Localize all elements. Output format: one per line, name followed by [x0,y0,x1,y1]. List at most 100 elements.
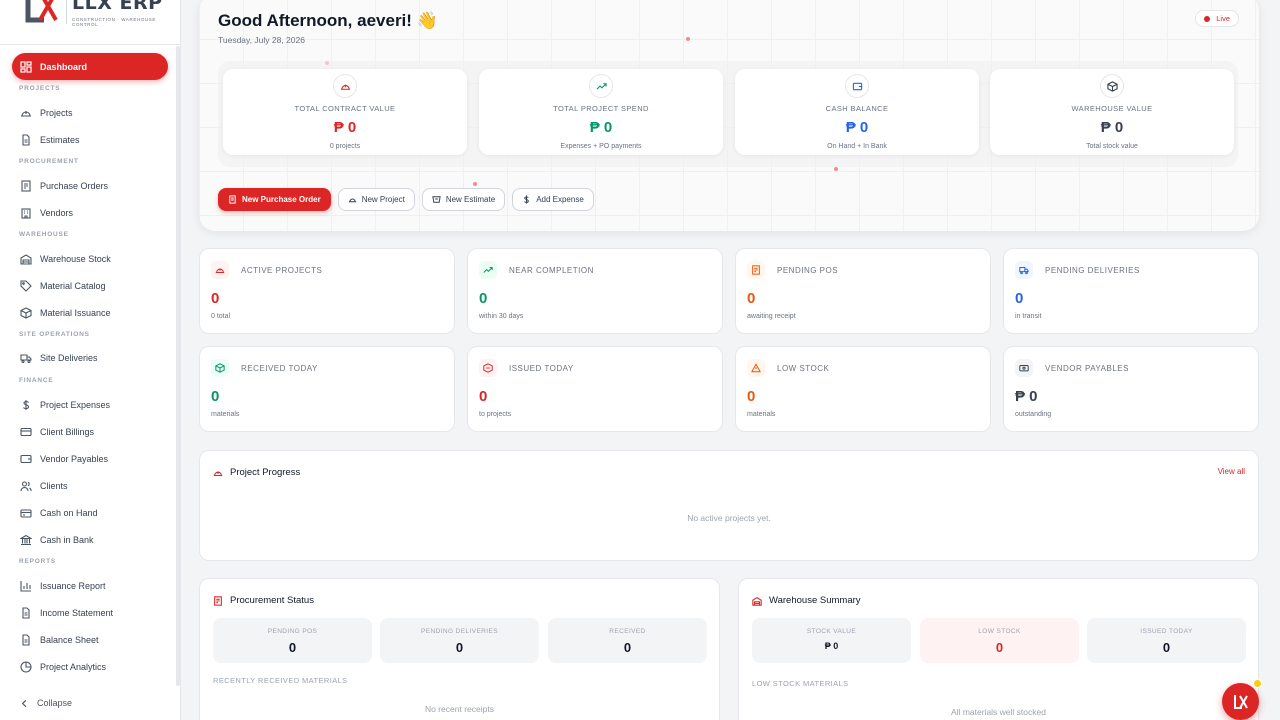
sidebar-item-label: Estimates [40,134,80,145]
brand-logo[interactable]: LLX ERP CONSTRUCTION · WAREHOUSE CONTROL [22,0,172,30]
sidebar-item-project-expenses[interactable]: Project Expenses [12,391,168,418]
document-icon [22,133,30,146]
stat-value: ₱ 0 [824,641,839,651]
notification-badge [1253,679,1262,688]
sidebar-item-balance-sheet[interactable]: Balance Sheet [12,626,168,653]
stat-value: 0 [995,640,1004,655]
metric-sub: outstanding [1015,411,1052,418]
sidebar-item-vendor-payables[interactable]: Vendor Payables [12,445,168,472]
project-progress-panel: Project Progress View all No active proj… [199,450,1259,561]
sidebar-item-vendors[interactable]: Vendors [12,199,168,226]
helmet-icon [21,110,31,117]
sidebar-item-cash-on-hand[interactable]: Cash on Hand [12,499,168,526]
recent-receipts-heading: RECENTLY RECEIVED MATERIALS [213,676,348,685]
greeting: Good Afternoon, aeveri! 👋 [218,11,438,30]
sidebar-item-dashboard[interactable]: Dashboard [12,53,168,80]
panel-title-text: Project Progress [230,467,301,478]
kpi-sub: Expenses + PO payments [560,143,642,150]
sidebar-item-issuance-report[interactable]: Issuance Report [12,572,168,599]
stat-label: PENDING DELIVERIES [421,628,498,635]
sidebar-item-label: Clients [40,480,68,491]
new-estimate-button[interactable]: New Estimate [421,188,506,211]
sidebar-item-label: Site Deliveries [40,352,98,363]
trend-up-icon [479,261,497,279]
assistant-fab-button[interactable] [1222,683,1259,720]
add-expense-button[interactable]: Add Expense [512,188,594,211]
helmet-icon [333,74,357,98]
sidebar-item-clients[interactable]: Clients [12,472,168,499]
empty-state: No active projects yet. [687,513,771,523]
new-purchase-order-button[interactable]: New Purchase Order [218,188,331,211]
kpi-sub: On Hand + In Bank [827,143,887,150]
kpi-cash-balance[interactable]: CASH BALANCE ₱ 0 On Hand + In Bank [735,69,979,155]
decorative-dot [473,182,477,186]
panel-title-text: Warehouse Summary [769,595,861,606]
pie-chart-icon [20,660,32,673]
sidebar-item-label: Issuance Report [40,580,106,591]
sidebar-item-warehouse-stock[interactable]: Warehouse Stock [12,245,168,272]
metric-card-received-today[interactable]: RECEIVED TODAY 0 materials [199,346,455,432]
sidebar-item-purchase-orders[interactable]: Purchase Orders [12,172,168,199]
metric-label: PENDING POS [777,266,839,275]
dollar-icon [524,195,529,204]
tag-icon [20,279,32,292]
view-all-link[interactable]: View all [1218,467,1245,476]
stat-value: 0 [288,640,297,655]
metric-card-vendor-payables[interactable]: VENDOR PAYABLES ₱ 0 outstanding [1003,346,1259,432]
brand-name: LLX ERP [72,0,163,14]
nav-section-site-operations: SITE OPERATIONS [19,331,90,338]
metric-card-near-completion[interactable]: NEAR COMPLETION 0 within 30 days [467,248,723,334]
kpi-total-project-spend[interactable]: TOTAL PROJECT SPEND ₱ 0 Expenses + PO pa… [479,69,723,155]
kpi-value: ₱ 0 [845,119,869,136]
sidebar-item-cash-in-bank[interactable]: Cash in Bank [12,526,168,553]
metric-value: 0 [479,388,488,405]
current-date: Tuesday, July 28, 2026 [218,35,305,45]
kpi-sub: 0 projects [329,143,361,150]
sidebar-item-label: Material Catalog [40,280,106,291]
logo-divider [66,0,67,24]
sidebar-item-site-deliveries[interactable]: Site Deliveries [12,344,168,371]
metric-card-active-projects[interactable]: ACTIVE PROJECTS 0 0 total [199,248,455,334]
trend-up-icon [589,74,613,98]
metric-card-pending-deliveries[interactable]: PENDING DELIVERIES 0 in transit [1003,248,1259,334]
truck-icon [1015,261,1033,279]
metric-value: 0 [211,290,220,307]
box-icon [1100,74,1124,98]
metric-sub: 0 total [211,313,231,320]
collapse-button[interactable]: Collapse [20,698,72,708]
sidebar-item-material-issuance[interactable]: Material Issuance [12,299,168,326]
purchase-order-icon [747,261,765,279]
nav-section-warehouse: WAREHOUSE [19,231,69,238]
metric-card-low-stock[interactable]: LOW STOCK 0 materials [735,346,991,432]
kpi-warehouse-value[interactable]: WAREHOUSE VALUE ₱ 0 Total stock value [990,69,1234,155]
kpi-label: TOTAL CONTRACT VALUE [294,104,396,113]
sidebar-item-label: Projects [40,107,73,118]
sidebar-item-label: Material Issuance [40,307,111,318]
sidebar-item-client-billings[interactable]: Client Billings [12,418,168,445]
helmet-icon [348,198,356,203]
sidebar-scrollbar[interactable] [176,46,180,686]
sidebar-item-project-analytics[interactable]: Project Analytics [12,653,168,680]
decorative-dot [834,167,838,171]
kpi-value: ₱ 0 [589,119,613,136]
llx-logo-icon [1233,694,1248,709]
sidebar-divider [0,44,181,45]
estimate-icon [432,196,441,203]
new-project-button[interactable]: New Project [337,188,415,211]
metric-card-issued-today[interactable]: ISSUED TODAY 0 to projects [467,346,723,432]
sidebar-item-estimates[interactable]: Estimates [12,126,168,153]
stat-received: RECEIVED 0 [548,618,707,663]
sidebar-item-projects[interactable]: Projects [12,99,168,126]
warehouse-icon [20,253,32,265]
metric-card-pending-pos[interactable]: PENDING POS 0 awaiting receipt [735,248,991,334]
metric-label: VENDOR PAYABLES [1045,364,1129,373]
kpi-total-contract-value[interactable]: TOTAL CONTRACT VALUE ₱ 0 0 projects [223,69,467,155]
sidebar-item-material-catalog[interactable]: Material Catalog [12,272,168,299]
metric-sub: materials [211,411,240,418]
sidebar-item-label: Cash in Bank [40,534,94,545]
sidebar-item-income-statement[interactable]: Income Statement [12,599,168,626]
nav-section-projects: PROJECTS [19,85,61,92]
button-label: New Estimate [445,195,496,204]
sidebar-item-label: Cash on Hand [40,507,98,518]
wallet-icon [845,74,869,98]
